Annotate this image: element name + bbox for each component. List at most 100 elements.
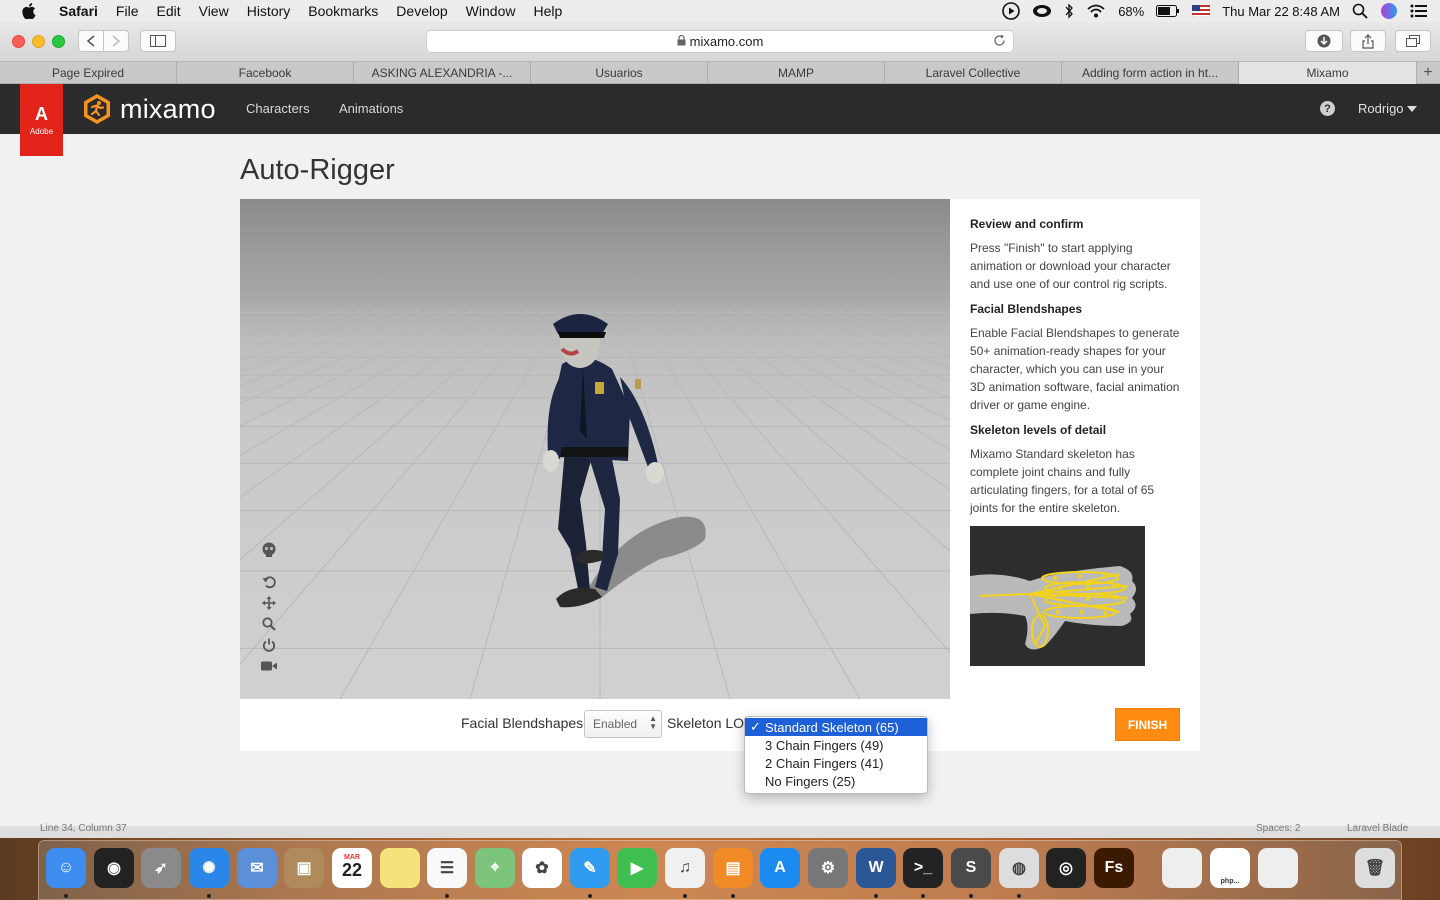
chevron-right-icon — [112, 35, 121, 47]
mixamo-logo-icon — [84, 94, 110, 124]
minimize-window-button[interactable] — [32, 35, 45, 48]
tab-mixamo[interactable]: Mixamo — [1239, 62, 1417, 84]
user-menu[interactable]: Rodrigo — [1358, 101, 1417, 116]
nav-animations[interactable]: Animations — [339, 101, 403, 116]
help-icon[interactable]: ? — [1320, 101, 1335, 116]
sidebar-toggle-button[interactable] — [140, 30, 176, 52]
tab-mamp[interactable]: MAMP — [708, 62, 885, 84]
dock-calendar-icon[interactable]: MAR 22 — [332, 848, 372, 888]
dock-flashback-icon[interactable]: ◎ — [1046, 848, 1086, 888]
dock-terminal-icon[interactable]: >_ — [903, 848, 943, 888]
tab-overview-button[interactable] — [1395, 30, 1431, 52]
clock[interactable]: Thu Mar 22 8:48 AM — [1222, 4, 1340, 19]
dock-system-preferences-icon[interactable]: ⚙ — [808, 848, 848, 888]
play-icon[interactable] — [1002, 2, 1020, 20]
notification-center-icon[interactable] — [1410, 4, 1428, 18]
close-window-button[interactable] — [12, 35, 25, 48]
menu-bookmarks[interactable]: Bookmarks — [299, 0, 387, 22]
skeleton-option-3-chain[interactable]: 3 Chain Fingers (49) — [745, 736, 927, 754]
option-label: No Fingers (25) — [765, 773, 856, 789]
grid-line — [339, 308, 565, 699]
dock-php-icon[interactable]: php... — [1210, 848, 1250, 888]
address-bar[interactable]: mixamo.com — [426, 30, 1014, 53]
tab-adding-form-action[interactable]: Adding form action in ht... — [1062, 62, 1239, 84]
skeleton-icon[interactable] — [260, 542, 278, 558]
battery-icon[interactable] — [1156, 5, 1180, 17]
camera-icon[interactable] — [260, 658, 278, 674]
tab-asking-alexandria[interactable]: ASKING ALEXANDRIA -... — [354, 62, 531, 84]
lock-icon — [677, 34, 686, 49]
dock-contacts-icon[interactable]: ▣ — [284, 848, 324, 888]
apple-icon[interactable] — [18, 0, 40, 22]
dock-mail-icon[interactable]: ✉ — [237, 848, 277, 888]
dock-running-indicator — [874, 894, 878, 898]
dock-finder-icon[interactable]: ☺ — [46, 848, 86, 888]
adobe-badge[interactable]: A Adobe — [20, 84, 63, 156]
dock-itunes-icon[interactable]: ♫ — [665, 848, 705, 888]
menu-window[interactable]: Window — [457, 0, 525, 22]
menu-bar: Safari File Edit View History Bookmarks … — [0, 0, 1440, 22]
dock-trash-icon[interactable]: 🗑 — [1355, 848, 1395, 888]
dock-maps-icon[interactable]: ⌖ — [475, 848, 515, 888]
mixamo-logo[interactable]: mixamo — [82, 93, 216, 125]
downloads-button[interactable] — [1305, 30, 1343, 52]
menu-help[interactable]: Help — [524, 0, 571, 22]
tabs-icon — [1406, 35, 1420, 47]
bluetooth-icon[interactable] — [1064, 3, 1074, 19]
menu-file[interactable]: File — [107, 0, 148, 22]
user-name: Rodrigo — [1358, 101, 1404, 116]
skeleton-lod-dropdown[interactable]: ✓ Standard Skeleton (65) 3 Chain Fingers… — [744, 716, 928, 794]
us-flag-icon[interactable] — [1192, 5, 1211, 17]
forward-button[interactable] — [103, 30, 129, 52]
tab-usuarios[interactable]: Usuarios — [531, 62, 708, 84]
tab-laravel-collective[interactable]: Laravel Collective — [885, 62, 1062, 84]
power-icon[interactable] — [260, 637, 278, 653]
menu-view[interactable]: View — [190, 0, 238, 22]
nav-characters[interactable]: Characters — [246, 101, 310, 116]
dock-downloads-icon[interactable] — [1258, 848, 1298, 888]
dock-siri-icon[interactable]: ◉ — [94, 848, 134, 888]
dock-ibooks-icon[interactable]: ▤ — [713, 848, 753, 888]
back-button[interactable] — [78, 30, 104, 52]
dock-fs-icon[interactable]: Fs — [1094, 848, 1134, 888]
spotlight-icon[interactable] — [1352, 3, 1368, 19]
zoom-icon[interactable] — [260, 616, 278, 632]
skeleton-option-no-fingers[interactable]: No Fingers (25) — [745, 772, 927, 790]
wifi-icon[interactable] — [1086, 3, 1106, 19]
viewport-toolbar — [260, 542, 278, 674]
tab-page-expired[interactable]: Page Expired — [0, 62, 177, 84]
skeleton-option-standard[interactable]: ✓ Standard Skeleton (65) — [745, 718, 927, 736]
menu-app-safari[interactable]: Safari — [50, 0, 107, 22]
dock-photos-icon[interactable]: ✿ — [522, 848, 562, 888]
grid-line — [240, 308, 349, 337]
creative-cloud-icon[interactable] — [1032, 3, 1052, 19]
reset-view-icon[interactable] — [260, 574, 278, 590]
facial-blendshapes-select[interactable]: Enabled ▲ ▼ — [584, 710, 662, 738]
share-button[interactable] — [1350, 30, 1386, 52]
menu-edit[interactable]: Edit — [147, 0, 189, 22]
menu-history[interactable]: History — [238, 0, 300, 22]
dock-messages-icon[interactable]: ✎ — [570, 848, 610, 888]
pan-icon[interactable] — [260, 595, 278, 611]
dock-notes-icon[interactable] — [380, 848, 420, 888]
dock-word-icon[interactable]: W — [856, 848, 896, 888]
new-tab-button[interactable]: + — [1417, 62, 1439, 84]
zoom-window-button[interactable] — [52, 35, 65, 48]
dock-app-store-icon[interactable]: A — [760, 848, 800, 888]
reload-icon[interactable] — [993, 34, 1006, 50]
dock-folder-icon[interactable] — [1162, 848, 1202, 888]
menu-develop[interactable]: Develop — [387, 0, 456, 22]
grid-line — [725, 308, 950, 421]
dock-facetime-icon[interactable]: ▶ — [617, 848, 657, 888]
finish-button[interactable]: FINISH — [1115, 708, 1180, 741]
dock-launchpad-icon[interactable]: ➶ — [141, 848, 181, 888]
character-viewport[interactable] — [240, 199, 950, 699]
siri-icon[interactable] — [1380, 2, 1398, 20]
sidebar-icon — [150, 35, 166, 47]
dock-safari-icon[interactable]: ✺ — [189, 848, 229, 888]
skeleton-option-2-chain[interactable]: 2 Chain Fingers (41) — [745, 754, 927, 772]
tab-facebook[interactable]: Facebook — [177, 62, 354, 84]
dock-reminders-icon[interactable]: ☰ — [427, 848, 467, 888]
dock-tableplus-icon[interactable]: ◍ — [999, 848, 1039, 888]
dock-sublime-text-icon[interactable]: S — [951, 848, 991, 888]
